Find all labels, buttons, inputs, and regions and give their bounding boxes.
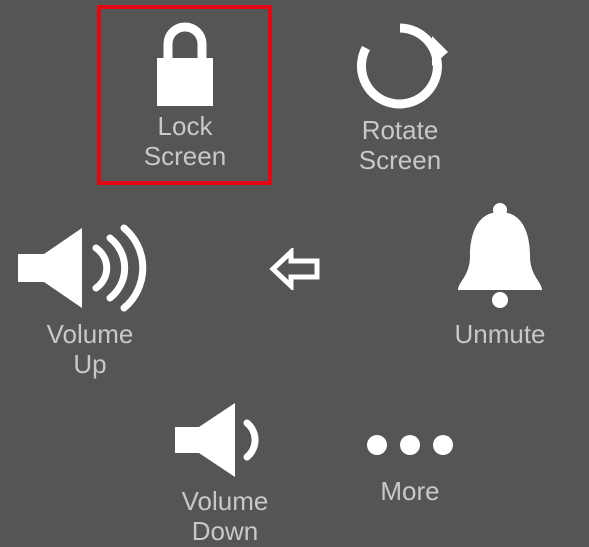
lock-screen-button[interactable]: Lock Screen xyxy=(120,18,250,172)
volume-down-button[interactable]: Volume Down xyxy=(150,395,300,547)
volume-down-icon xyxy=(165,395,285,485)
volume-up-button[interactable]: Volume Up xyxy=(5,218,175,380)
back-arrow-icon xyxy=(269,248,321,290)
rotate-screen-label: Rotate Screen xyxy=(359,116,441,176)
unmute-label: Unmute xyxy=(454,320,545,350)
volume-down-label: Volume Down xyxy=(182,487,269,547)
lock-screen-label: Lock Screen xyxy=(144,112,226,172)
more-label: More xyxy=(380,477,439,507)
back-button[interactable] xyxy=(265,248,325,292)
more-icon xyxy=(355,415,465,475)
volume-up-label: Volume Up xyxy=(47,320,134,380)
rotate-icon xyxy=(350,18,450,114)
bell-icon xyxy=(440,198,560,318)
rotate-screen-button[interactable]: Rotate Screen xyxy=(325,18,475,176)
more-button[interactable]: More xyxy=(335,415,485,507)
lock-icon xyxy=(145,18,225,110)
unmute-button[interactable]: Unmute xyxy=(420,198,580,350)
volume-up-icon xyxy=(10,218,170,318)
